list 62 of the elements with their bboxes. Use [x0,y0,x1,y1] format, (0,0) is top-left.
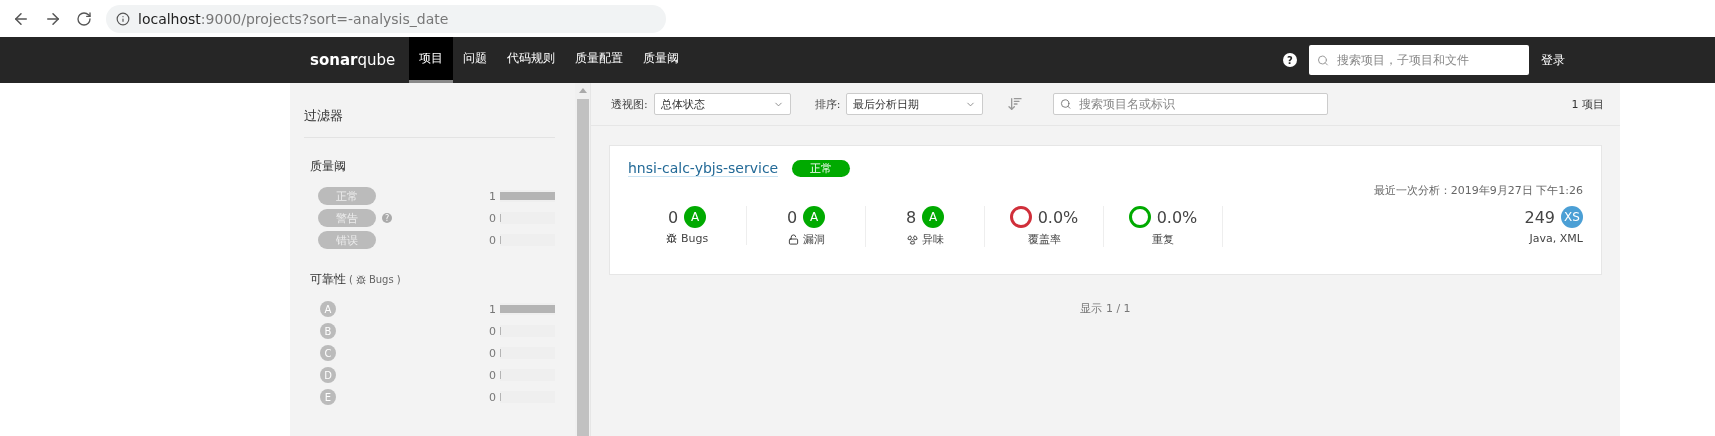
metric-value: 0 [786,207,798,227]
metric-value: 0.0% [1037,207,1079,227]
search-icon [1317,53,1329,67]
rating-badge: A [922,206,945,228]
lines-of-code: 249 [1524,207,1555,227]
unlocked-lock-icon [787,234,799,245]
view-label: 透视图: [611,96,648,112]
scrollbar-thumb[interactable] [576,99,589,436]
sidebar-title: 过滤器 [304,83,555,138]
sort-label: 排序: [814,96,841,112]
search-input[interactable]: 搜索项目名或标识 [1076,96,1328,112]
pagination-text: 显示 1 / 1 [1079,301,1132,316]
facet-title: 可靠性 [310,271,346,288]
rating-badge: A [803,206,826,228]
facet-count: 0 [488,346,496,360]
metric-label: 异味 [921,232,944,247]
facet-count: 1 [488,189,496,203]
search-field[interactable]: 搜索项目，子项目和文件 [1309,45,1529,75]
view-select[interactable]: 总体状态 [653,93,791,115]
search-input[interactable]: 搜索项目，子项目和文件 [1334,52,1529,68]
facet-count: 1 [488,302,496,316]
metric-label: Bugs [680,232,709,245]
project-name-link[interactable]: hnsi-calc-ybjs-service [628,160,779,177]
search-icon [1060,98,1072,110]
paren-text: ) [396,274,401,285]
radiation-icon [906,234,918,245]
metric-value: 0.0% [1156,207,1198,227]
address-bar[interactable]: localhost:9000/projects?sort=-analysis_date [106,4,666,33]
facet-count: 0 [488,324,496,338]
bug-icon [355,274,366,285]
metric-value: 8 [905,207,917,227]
facet-subtitle: Bugs [368,274,394,285]
reload-icon[interactable] [76,10,92,27]
nav-tab[interactable]: 项目 [409,37,454,83]
metric-label: 重复 [1152,232,1174,247]
info-icon [116,11,130,26]
paren-text: ( [349,274,353,285]
size-badge: XS [1561,206,1583,228]
nav-tab[interactable]: 代码规则 [497,37,566,83]
project-search-field[interactable]: 搜索项目名或标识 [1053,93,1329,115]
project-count: 1 项目 [1571,96,1604,112]
sort-select[interactable]: 最后分析日期 [846,93,984,115]
metric-value: 0 [667,207,679,227]
facet-count: 0 [488,368,496,382]
facet-title: 质量阈 [310,158,346,175]
metric-label: 漏洞 [802,232,825,247]
languages-text: Java, XML [1529,232,1583,245]
metric-label: 覆盖率 [1027,232,1061,247]
facet-count: 0 [488,211,496,225]
last-analysis-text: 最近一次分析：2019年9月27日 下午1:26 [1372,183,1583,198]
sort-order-icon[interactable] [1007,96,1024,112]
nav-tab[interactable]: 质量配置 [565,37,634,83]
login-link[interactable]: 登录 [1541,51,1565,69]
nav-tab[interactable]: 质量阈 [633,37,690,83]
logo[interactable]: sonarqube [310,37,396,83]
help-icon[interactable]: ? [1283,53,1297,67]
quality-gate-status: 正常 [792,160,851,177]
nav-tab[interactable]: 问题 [453,37,498,83]
rating-badge: A [684,206,707,228]
bug-icon [665,233,677,244]
facet-count: 0 [488,390,496,404]
facet-count: 0 [488,233,496,247]
